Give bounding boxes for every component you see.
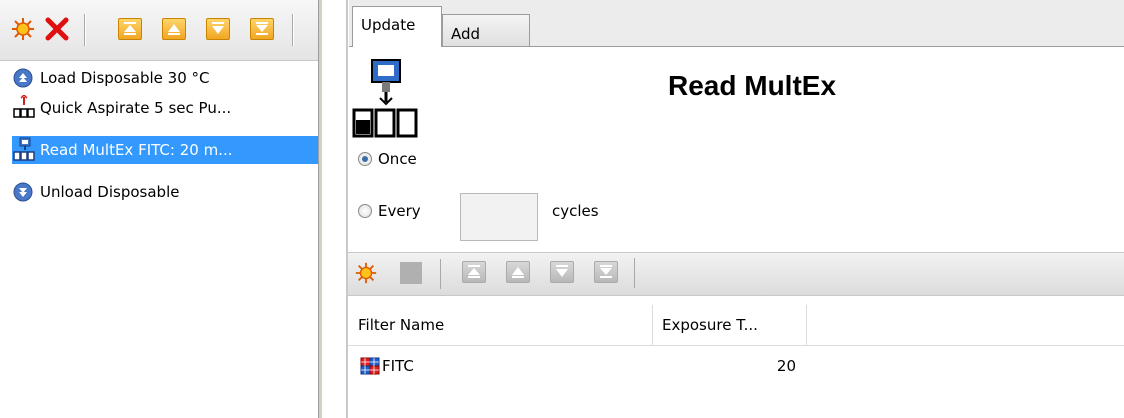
step-item-label: Quick Aspirate 5 sec Pu... bbox=[40, 99, 232, 117]
steps-toolbar bbox=[0, 0, 318, 61]
filter-move-bottom-button[interactable] bbox=[594, 261, 618, 283]
column-header-filter-name[interactable]: Filter Name bbox=[358, 305, 646, 345]
step-item-label: Load Disposable 30 °C bbox=[40, 69, 210, 87]
delete-step-button[interactable] bbox=[44, 16, 70, 42]
tab-add[interactable]: Add bbox=[442, 14, 530, 46]
sun-icon bbox=[355, 262, 377, 284]
once-label: Once bbox=[378, 150, 417, 168]
move-up-icon bbox=[168, 24, 180, 35]
exposure-cell: 20 bbox=[776, 357, 796, 375]
move-down-icon bbox=[556, 265, 568, 277]
move-bottom-button[interactable] bbox=[250, 18, 274, 40]
move-top-icon bbox=[468, 265, 480, 278]
read-multex-icon bbox=[352, 58, 430, 140]
cycles-input[interactable] bbox=[460, 193, 538, 241]
filter-grid-icon bbox=[360, 357, 382, 381]
move-down-button[interactable] bbox=[206, 18, 230, 40]
step-item-label: Unload Disposable bbox=[40, 183, 180, 201]
step-title: Read MultEx bbox=[668, 70, 837, 101]
splitter[interactable] bbox=[322, 0, 346, 418]
every-radio[interactable]: Every bbox=[358, 202, 421, 220]
step-item-unload-disposable[interactable]: Unload Disposable bbox=[12, 178, 317, 206]
table-row[interactable]: FITC 20 bbox=[348, 351, 1124, 385]
every-label: Every bbox=[378, 202, 421, 220]
move-up-icon bbox=[512, 267, 524, 278]
step-item-load-disposable[interactable]: Load Disposable 30 °C bbox=[12, 64, 317, 92]
filter-move-up-button[interactable] bbox=[506, 261, 530, 283]
filter-move-down-button[interactable] bbox=[550, 261, 574, 283]
load-icon bbox=[12, 65, 38, 91]
radio-button-selected[interactable] bbox=[358, 152, 372, 166]
move-top-icon bbox=[124, 22, 136, 35]
unload-icon bbox=[12, 179, 38, 205]
close-icon bbox=[45, 17, 69, 41]
aspirate-icon bbox=[12, 93, 38, 121]
step-item-label: Read MultEx FITC: 20 m... bbox=[40, 141, 233, 159]
move-top-button[interactable] bbox=[118, 18, 142, 40]
cycles-label: cycles bbox=[552, 202, 599, 220]
move-down-icon bbox=[212, 22, 224, 34]
read-multex-icon bbox=[12, 137, 38, 163]
delete-filter-button[interactable] bbox=[400, 262, 422, 284]
move-bottom-icon bbox=[256, 22, 268, 35]
column-header-exposure[interactable]: Exposure T... bbox=[662, 305, 806, 345]
sun-icon bbox=[12, 18, 34, 40]
tab-update[interactable]: Update bbox=[352, 6, 442, 47]
add-step-button[interactable] bbox=[10, 16, 36, 42]
move-up-button[interactable] bbox=[162, 18, 186, 40]
filter-move-top-button[interactable] bbox=[462, 261, 486, 283]
step-item-read-multex[interactable]: Read MultEx FITC: 20 m... bbox=[12, 136, 318, 164]
move-bottom-icon bbox=[600, 265, 612, 278]
filter-name-cell: FITC bbox=[382, 357, 414, 375]
once-radio[interactable]: Once bbox=[358, 150, 417, 168]
radio-button[interactable] bbox=[358, 204, 372, 218]
add-filter-button[interactable] bbox=[354, 261, 378, 289]
step-item-quick-aspirate[interactable]: Quick Aspirate 5 sec Pu... bbox=[12, 93, 317, 122]
